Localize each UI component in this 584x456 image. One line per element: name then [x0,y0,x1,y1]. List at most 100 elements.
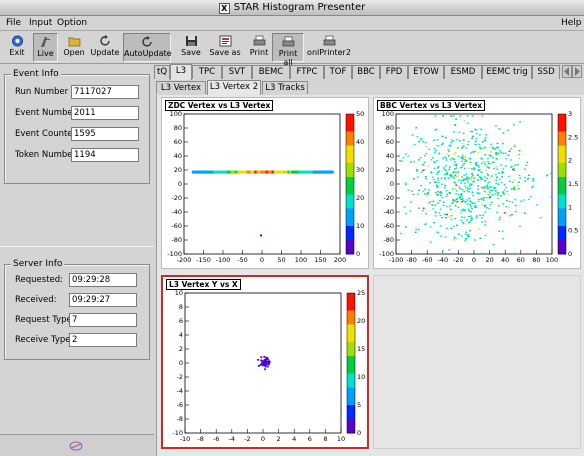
palette-cell [558,163,566,167]
tab-bbc[interactable]: BBC [352,65,380,79]
data-bin [460,182,462,184]
data-bin [486,173,489,175]
palette-cell [347,321,355,325]
menu-input[interactable]: Input [29,18,52,28]
subtab-l3-vertex-2[interactable]: L3 Vertex 2 [207,80,261,95]
data-bin [451,139,454,141]
data-bin [462,139,465,141]
update-button[interactable]: Update [90,33,120,62]
root-logo-icon [69,441,83,451]
onlprinter-button[interactable]: onlPrinter2 [307,33,351,62]
data-bin [454,200,456,202]
info-panel: Event Info Run Number 7117027 Event Numb… [0,64,154,456]
tab-etow[interactable]: ETOW [408,65,444,79]
print-all-button[interactable]: Print all [272,33,304,67]
tab-bemc[interactable]: BEMC [252,65,290,79]
event-counter-field[interactable]: 1595 [71,127,139,141]
data-bin [503,189,506,191]
data-bin [429,226,432,228]
data-bin [510,165,513,167]
request-type-field[interactable]: 7 [69,313,137,327]
data-bin [503,183,506,186]
data-bin [467,234,470,236]
save-button[interactable]: Save [178,33,204,62]
data-bin [432,178,435,181]
menu-file[interactable]: File [6,18,21,28]
data-bin [448,249,451,251]
exit-button[interactable]: Exit [4,33,30,62]
requested-field[interactable]: 09:29:28 [69,273,137,287]
pad-empty[interactable] [373,275,581,449]
subtab-l3-tracks[interactable]: L3 Tracks [262,81,308,94]
data-bin [487,194,490,196]
pad-bbc-vs-l3[interactable]: -100 -80 -60 -40 -20 0 20 40 60 80 100 100 80 60 40 20 0… [373,97,581,269]
receive-type-field[interactable]: 2 [69,333,137,347]
received-field[interactable]: 09:29:27 [69,293,137,307]
data-bin [501,230,504,233]
palette-cell [558,166,566,171]
print-button[interactable]: Print [246,33,272,62]
data-bin [483,191,486,193]
data-bin [437,165,440,168]
save-as-label: Save as [209,48,241,57]
data-bin [488,207,491,210]
data-bin [491,194,494,196]
live-button[interactable]: Live [33,33,58,62]
save-as-button[interactable]: Save as [207,33,243,62]
x-tick-label: -60 [422,256,433,264]
tab-scroll-right-button[interactable] [572,65,582,78]
tab-svt[interactable]: SVT [222,65,252,79]
pad-zdc-vs-l3[interactable]: -200 -150 -100 -50 0 50 100 150 200 100 80 60 40 20 0-… [161,97,369,269]
pad-l3-vertex-y-vs-x[interactable]: -10 -8 -6 -4 -2 0 2 4 6 8 10 10 8 6 4 2 0 -2 -4 -6 -8 -10 25 20… [161,275,369,449]
y-tick-label: -10 [172,429,183,437]
data-bin [519,121,522,123]
data-bin [507,175,510,178]
tab-fpd[interactable]: FPD [380,65,408,79]
tab-ftpc[interactable]: FTPC [290,65,324,79]
palette-cell [346,142,354,146]
x-tick-label: -100 [216,256,231,264]
palette-cell [347,408,355,413]
data-bin [497,205,500,207]
tab-tof[interactable]: TOF [324,65,352,79]
data-bin [474,143,477,146]
data-bin [518,153,521,156]
palette-cell [347,373,355,378]
tab-eemc-trig[interactable]: EEMC trig [482,65,532,79]
data-bin [447,177,450,180]
run-number-field[interactable]: 7117027 [71,85,139,99]
tab-scroll-left-button[interactable] [562,65,572,78]
tab-ssd[interactable]: SSD [532,65,560,79]
token-number-field[interactable]: 1194 [71,148,139,162]
data-bin [536,204,539,206]
data-bin [413,143,416,146]
data-bin [450,214,453,217]
data-bin [501,172,504,174]
palette-cell [346,191,354,195]
data-bin [523,212,526,214]
data-bin [407,155,410,157]
palette-cell [346,205,354,209]
z-tick-label: 2 [568,157,572,165]
autoupdate-button[interactable]: AutoUpdate [123,33,172,62]
menu-option[interactable]: Option [57,18,87,28]
data-bin [502,203,504,205]
data-bin [518,157,521,160]
data-bin [478,228,481,230]
data-bin [474,205,477,207]
data-bin [448,216,451,218]
tab-l3[interactable]: L3 [170,64,192,80]
menu-help[interactable]: Help [561,18,582,28]
palette-cell [347,359,355,364]
data-bin [478,146,481,148]
data-bin [440,194,442,197]
open-button[interactable]: Open [60,33,88,62]
data-bin [513,124,515,126]
subtab-l3-vertex-1[interactable]: L3 Vertex 1 [156,81,206,105]
data-bin [498,230,500,232]
tab-tq[interactable]: tQ [154,65,170,79]
data-bin [425,146,428,148]
tab-tpc[interactable]: TPC [192,65,222,79]
event-number-field[interactable]: 2011 [71,106,139,120]
tab-esmd[interactable]: ESMD [444,65,482,79]
